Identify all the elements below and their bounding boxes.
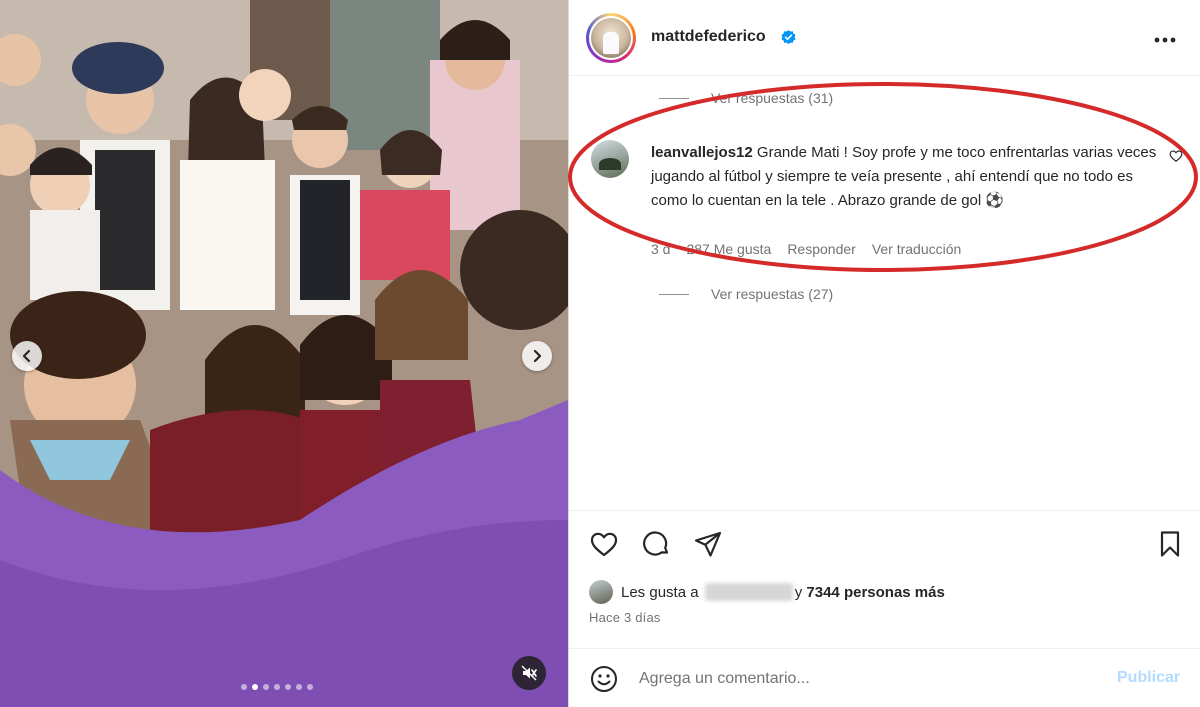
carousel-dot-active — [252, 684, 258, 690]
commenter-username[interactable]: leanvallejos12 — [651, 144, 753, 161]
carousel-indicator — [241, 684, 313, 690]
carousel-dot — [285, 684, 291, 690]
post-header: mattdefederico — [569, 0, 1200, 76]
more-options-button[interactable] — [1154, 28, 1176, 44]
share-icon[interactable] — [693, 529, 723, 559]
carousel-prev-button[interactable] — [12, 341, 42, 371]
replies-divider — [659, 97, 689, 99]
likes-count[interactable]: 7344 personas más — [806, 584, 944, 601]
comment-input[interactable] — [639, 666, 1099, 692]
carousel-dot — [296, 684, 302, 690]
carousel-dot — [307, 684, 313, 690]
carousel-dot — [263, 684, 269, 690]
comment-time[interactable]: 3 d — [651, 241, 670, 257]
likes-summary[interactable]: Les gusta a y 7344 personas más — [589, 580, 945, 604]
story-ring[interactable] — [586, 13, 636, 63]
comment-likes[interactable]: 287 Me gusta — [686, 241, 771, 257]
comment-meta: 3 d 287 Me gusta Responder Ver traducció… — [651, 241, 961, 257]
translate-button[interactable]: Ver traducción — [872, 241, 962, 257]
post-time[interactable]: Hace 3 días — [589, 610, 661, 625]
carousel-dot — [274, 684, 280, 690]
more-icon — [1154, 37, 1176, 43]
mute-button[interactable] — [512, 656, 546, 690]
carousel-next-button[interactable] — [522, 341, 552, 371]
post-photo — [0, 0, 568, 707]
chevron-right-icon — [533, 349, 542, 363]
post-media[interactable] — [0, 0, 568, 707]
post-username[interactable]: mattdefederico — [651, 28, 766, 46]
view-replies-label: Ver respuestas (27) — [711, 286, 834, 302]
bookmark-icon[interactable] — [1155, 529, 1185, 559]
post-side-panel: mattdefederico Ver respuestas (31) leanv… — [568, 0, 1200, 707]
carousel-dot — [241, 684, 247, 690]
emoji-icon[interactable] — [589, 664, 619, 694]
add-comment-bar: Publicar — [569, 648, 1200, 707]
comment-body: leanvallejos12 Grande Mati ! Soy profe y… — [651, 141, 1169, 213]
publish-button[interactable]: Publicar — [1117, 669, 1180, 687]
avatar — [591, 18, 631, 58]
chevron-left-icon — [22, 349, 31, 363]
avatar-frame — [589, 16, 633, 60]
view-replies-label: Ver respuestas (31) — [711, 90, 834, 106]
comment-like-icon[interactable] — [1169, 149, 1183, 163]
heart-icon[interactable] — [589, 529, 619, 559]
view-replies-top[interactable]: Ver respuestas (31) — [659, 90, 833, 106]
likes-prefix: Les gusta a — [621, 583, 699, 601]
liker-name-blurred — [704, 583, 793, 601]
likes-connector: y — [794, 583, 803, 601]
view-replies-bottom[interactable]: Ver respuestas (27) — [659, 286, 833, 302]
comment-icon[interactable] — [641, 529, 671, 559]
commenter-avatar[interactable] — [591, 140, 629, 178]
verified-icon — [781, 30, 796, 45]
post-actions — [569, 510, 1200, 574]
replies-divider — [659, 293, 689, 295]
liker-avatar — [589, 580, 613, 604]
reply-button[interactable]: Responder — [787, 241, 856, 257]
mute-icon — [521, 665, 537, 681]
